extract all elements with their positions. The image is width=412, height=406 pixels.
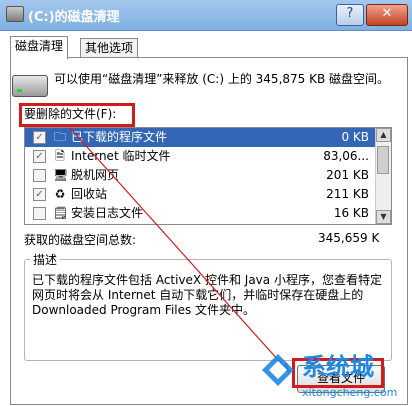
disk-cleanup-app-icon <box>6 6 24 22</box>
list-scrollbar[interactable]: ▲ ▼ <box>375 128 391 224</box>
document-icon: 🗎 <box>55 149 65 163</box>
hard-drive-icon <box>12 75 48 97</box>
watermark: 系统城 xitongcheng.com <box>258 350 412 406</box>
list-item[interactable]: 🖥 脱机网页 201 KB <box>25 166 375 185</box>
total-space-label: 获取的磁盘空间总数: <box>24 233 137 247</box>
list-item[interactable]: 🗒 安装日志文件 16 KB <box>25 204 375 223</box>
watermark-brand: 系统城 <box>302 353 374 381</box>
recycle-bin-icon: ♻ <box>54 187 66 201</box>
total-space-value: 345,659 K <box>318 231 380 245</box>
scroll-down-icon[interactable]: ▼ <box>376 210 391 224</box>
tab-disk-cleanup[interactable]: 磁盘清理 <box>10 36 69 59</box>
help-button[interactable]: ? <box>336 4 364 26</box>
checkbox[interactable] <box>33 169 46 182</box>
close-button[interactable]: ✕ <box>366 4 408 26</box>
checkbox[interactable]: ✓ <box>33 150 46 163</box>
description-text: 已下载的程序文件包括 ActiveX 控件和 Java 小程序，您查看特定网页时… <box>32 273 382 317</box>
checkbox[interactable]: ✓ <box>33 188 46 201</box>
info-text: 可以使用“磁盘清理”来释放 (C:) 上的 345,875 KB 磁盘空间。 <box>54 72 390 86</box>
checkbox[interactable]: ✓ <box>33 131 46 144</box>
log-file-icon: 🗒 <box>53 206 69 220</box>
description-title: 描述 <box>30 251 61 268</box>
watermark-url: xitongcheng.com <box>302 386 398 399</box>
tab-other-options[interactable]: 其他选项 <box>80 38 139 58</box>
list-item[interactable]: ✓ 🗎 Internet 临时文件 83,06... <box>25 147 375 166</box>
list-item[interactable]: ✓ ♻ 回收站 211 KB <box>25 185 375 204</box>
files-list[interactable]: ✓ 🗀 已下载的程序文件 0 KB ✓ 🗎 Internet 临时文件 83,0… <box>24 127 392 225</box>
title-bar: (C:)的磁盘清理 ? ✕ <box>0 0 412 31</box>
checkbox[interactable] <box>33 207 46 220</box>
window-title: (C:)的磁盘清理 <box>28 10 120 25</box>
scroll-thumb[interactable] <box>377 146 389 174</box>
folder-icon: 🗀 <box>53 130 66 144</box>
list-item[interactable]: ✓ 🗀 已下载的程序文件 0 KB <box>25 128 375 147</box>
watermark-logo-icon <box>262 354 294 386</box>
scroll-up-icon[interactable]: ▲ <box>376 128 391 142</box>
annotation-highlight-box <box>19 103 135 127</box>
offline-page-icon: 🖥 <box>53 168 69 182</box>
